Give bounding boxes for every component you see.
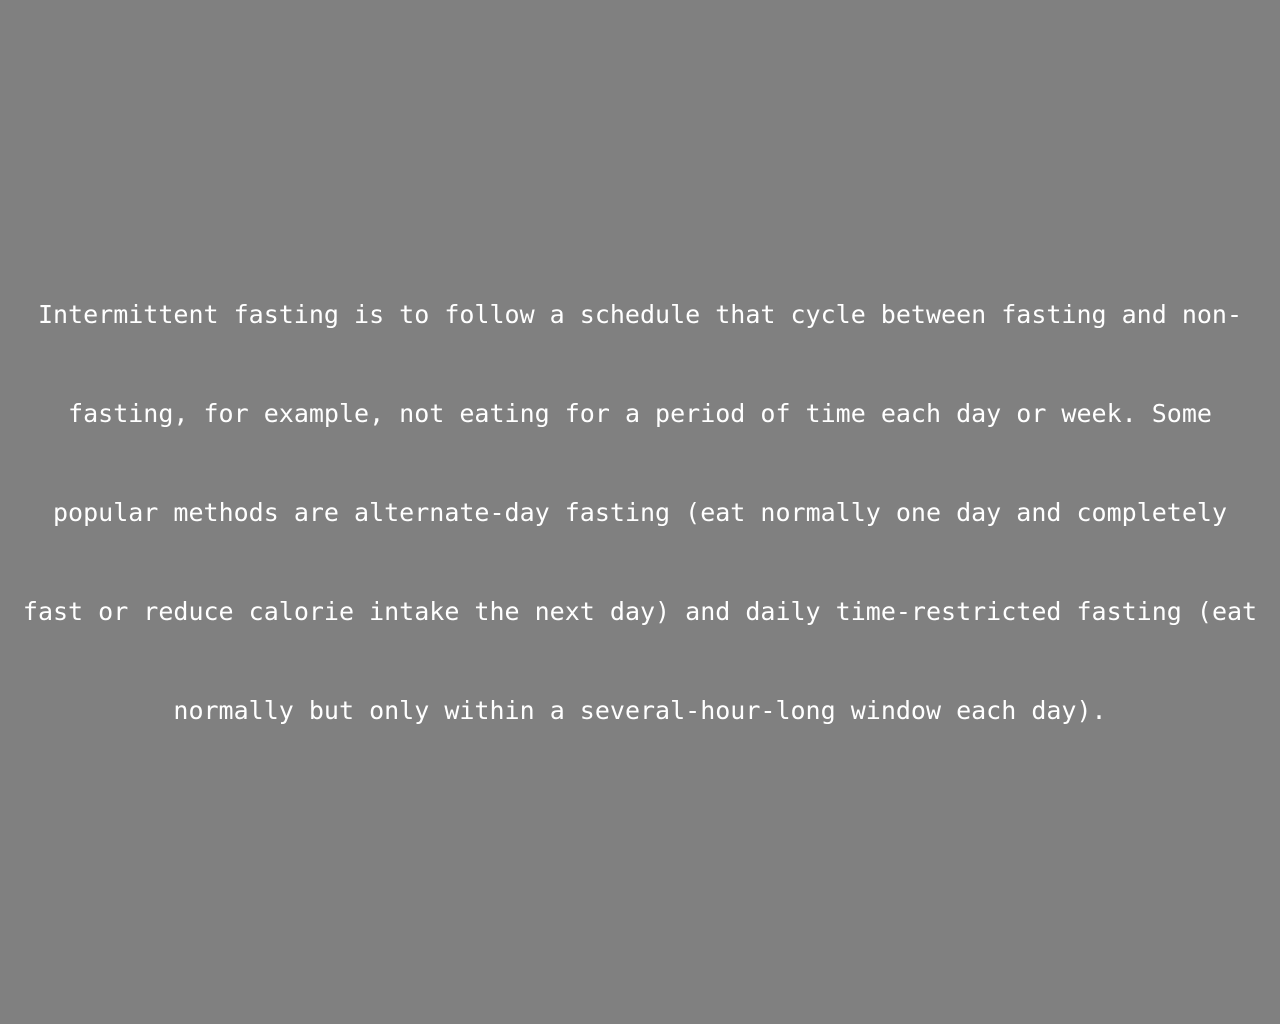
paragraph-line-3: popular methods are alternate-day fastin…	[53, 498, 1227, 527]
paragraph-line-1: Intermittent fasting is to follow a sche…	[37, 300, 1243, 329]
paragraph-line-5: normally but only within a several-hour-…	[173, 696, 1107, 725]
paragraph-text: Intermittent fasting is to follow a sche…	[0, 265, 1280, 760]
paragraph-line-2: fasting, for example, not eating for a p…	[68, 399, 1212, 428]
paragraph-line-4: fast or reduce calorie intake the next d…	[22, 597, 1258, 626]
